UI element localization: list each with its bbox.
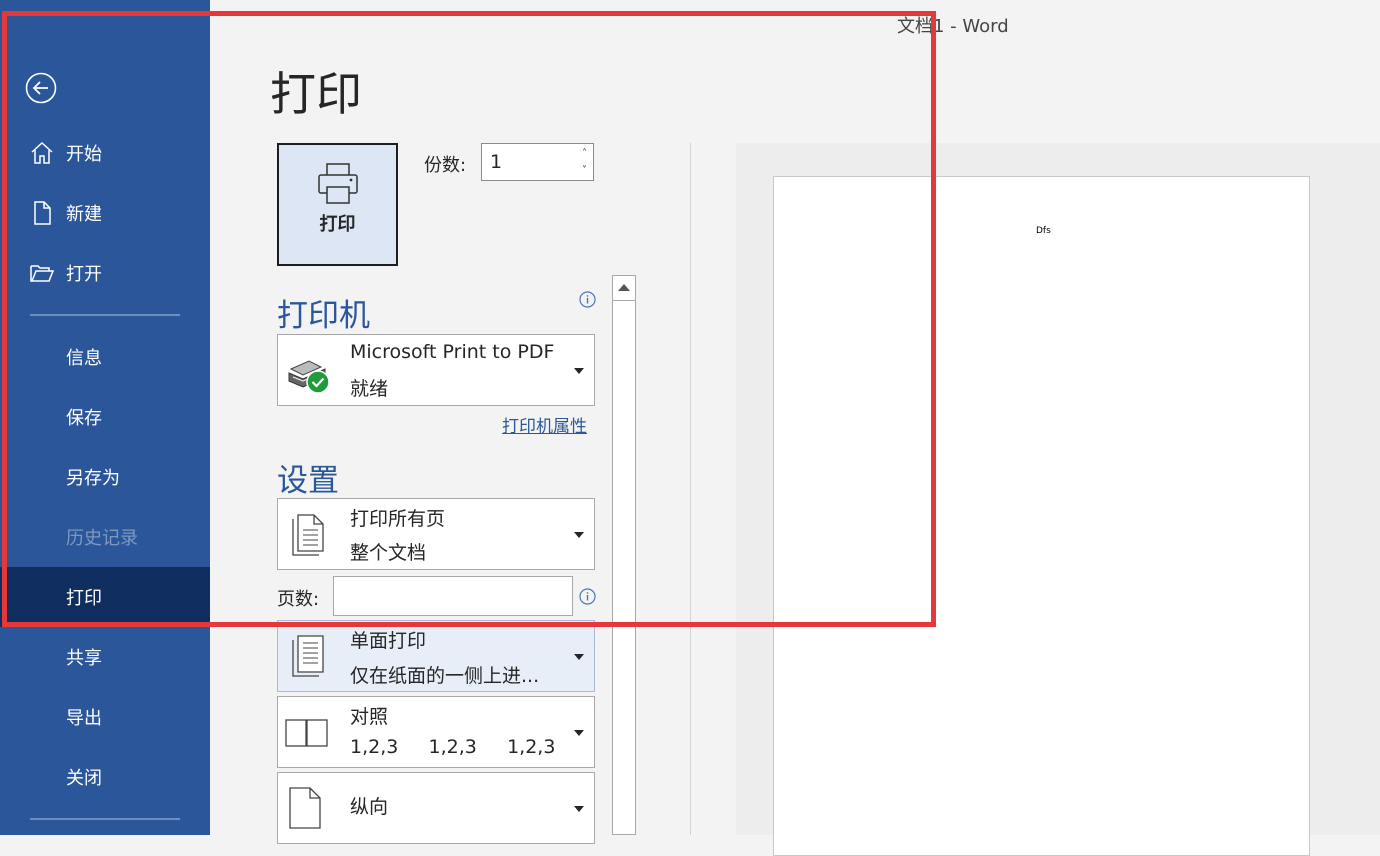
print-range-select[interactable]: 打印所有页 整个文档 [277, 498, 595, 570]
pages-label: 页数: [277, 589, 320, 610]
orientation-value: 纵向 [350, 796, 389, 818]
backstage-sidebar: 开始 新建 打开 信息 保存 另存为 历史记录 打印 共享 导出 关闭 [0, 0, 210, 835]
printer-heading: 打印机 [277, 298, 370, 334]
chevron-down-icon [574, 806, 584, 812]
print-range-value: 打印所有页 [350, 508, 446, 530]
sidebar-separator [30, 314, 180, 316]
collate-value: 对照 [350, 706, 389, 728]
info-icon[interactable] [579, 588, 596, 605]
orientation-select[interactable]: 纵向 [277, 772, 595, 844]
printer-properties-link[interactable]: 打印机属性 [502, 412, 587, 437]
portrait-icon [289, 787, 321, 829]
nav-share[interactable]: 共享 [0, 627, 210, 687]
collate-select[interactable]: 对照 1,2,3 1,2,3 1,2,3 [277, 696, 595, 768]
print-range-desc: 整个文档 [350, 542, 427, 564]
nav-save-as-label: 另存为 [66, 468, 120, 489]
settings-heading: 设置 [277, 463, 339, 499]
folder-open-icon [30, 265, 55, 282]
nav-print-label: 打印 [66, 588, 102, 609]
nav-save-label: 保存 [66, 408, 102, 429]
copies-label: 份数: [424, 155, 467, 176]
print-button-label: 打印 [319, 214, 356, 235]
copies-spinner[interactable]: 1 ˄ ˅ [481, 143, 594, 181]
window-title: 文档1 - Word [897, 16, 1009, 37]
printer-select[interactable]: Microsoft Print to PDF 就绪 [277, 334, 595, 406]
nav-open-label: 打开 [66, 264, 102, 285]
printer-status: 就绪 [350, 378, 389, 400]
print-sides-desc: 仅在纸面的一侧上进... [350, 665, 540, 687]
nav-info-label: 信息 [66, 348, 102, 369]
page-title: 打印 [270, 67, 362, 121]
copies-value: 1 [490, 151, 503, 173]
back-arrow-icon [25, 72, 57, 104]
nav-home-label: 开始 [66, 144, 102, 165]
collate-icon [285, 719, 328, 747]
spin-up-icon[interactable]: ˄ [582, 149, 587, 159]
nav-close-label: 关闭 [66, 768, 102, 789]
nav-export-label: 导出 [66, 708, 102, 729]
chevron-down-icon [574, 730, 584, 736]
scroll-up-button[interactable] [613, 276, 635, 301]
nav-save[interactable]: 保存 [0, 387, 210, 447]
info-icon[interactable] [579, 291, 596, 308]
home-icon [31, 141, 53, 164]
preview-text: Dfs [1036, 226, 1051, 236]
chevron-down-icon [574, 532, 584, 538]
chevron-down-icon [574, 368, 584, 374]
preview-page: Dfs [773, 176, 1310, 856]
new-doc-icon [34, 201, 51, 225]
collate-desc: 1,2,3 1,2,3 1,2,3 [350, 736, 556, 758]
print-sides-select[interactable]: 单面打印 仅在纸面的一侧上进... [277, 620, 595, 692]
nav-info[interactable]: 信息 [0, 327, 210, 387]
nav-new-label: 新建 [66, 204, 102, 225]
nav-history-label: 历史记录 [66, 528, 138, 549]
single-sided-icon [292, 635, 324, 677]
chevron-down-icon [574, 654, 584, 660]
nav-export[interactable]: 导出 [0, 687, 210, 747]
nav-new[interactable]: 新建 [0, 183, 210, 243]
printer-icon [318, 163, 358, 204]
print-sides-value: 单面打印 [350, 630, 427, 652]
panel-divider [690, 143, 691, 835]
spin-down-icon[interactable]: ˅ [582, 166, 587, 176]
back-button[interactable] [25, 72, 57, 104]
all-pages-icon [292, 514, 324, 556]
nav-history: 历史记录 [0, 507, 210, 567]
settings-scrollbar[interactable] [612, 275, 636, 835]
pages-input[interactable] [333, 576, 573, 616]
nav-save-as[interactable]: 另存为 [0, 447, 210, 507]
nav-open[interactable]: 打开 [0, 243, 210, 303]
nav-home[interactable]: 开始 [0, 123, 210, 183]
printer-name: Microsoft Print to PDF [350, 341, 555, 363]
sidebar-separator [30, 818, 180, 820]
nav-share-label: 共享 [66, 648, 102, 669]
printer-ready-icon [288, 360, 330, 394]
nav-close[interactable]: 关闭 [0, 747, 210, 807]
print-button[interactable]: 打印 [277, 143, 398, 266]
nav-print[interactable]: 打印 [0, 567, 210, 627]
